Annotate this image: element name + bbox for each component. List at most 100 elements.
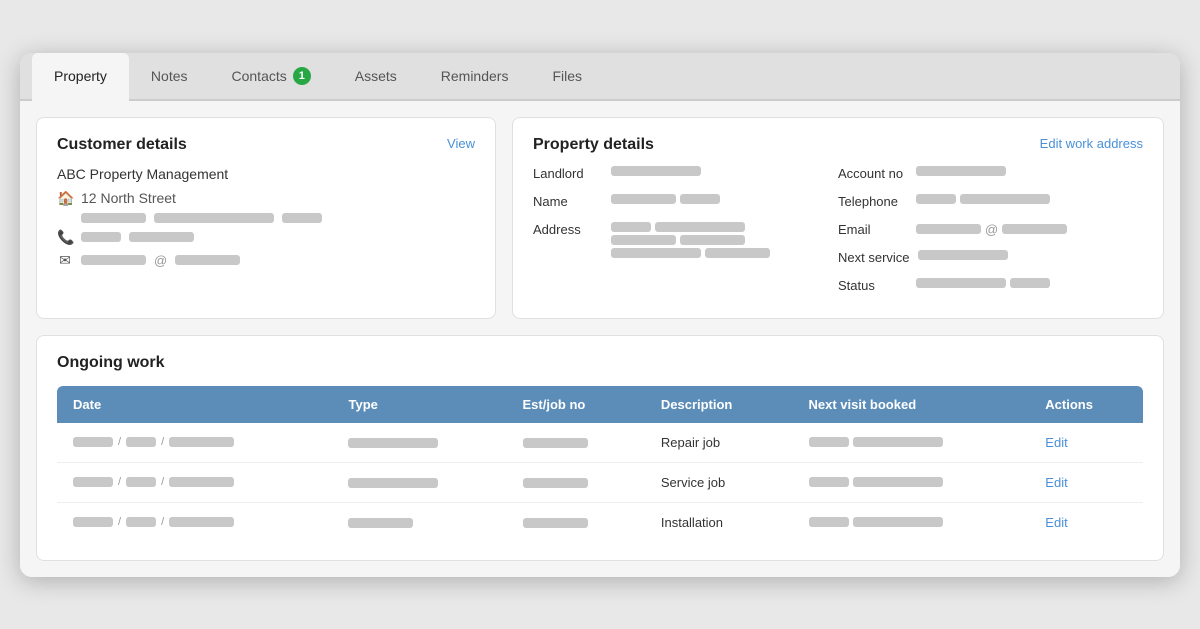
status-label: Status bbox=[838, 278, 908, 293]
prop-email-row: Email @ bbox=[838, 222, 1143, 244]
tab-property[interactable]: Property bbox=[32, 53, 129, 101]
row2-description: Service job bbox=[645, 462, 793, 502]
email-label: Email bbox=[838, 222, 908, 237]
row1-type bbox=[332, 423, 506, 463]
tab-contacts[interactable]: Contacts 1 bbox=[210, 53, 333, 101]
landlord-row: Landlord bbox=[533, 166, 838, 188]
header-row: Date Type Est/job no Description Next vi… bbox=[57, 386, 1143, 423]
tab-reminders[interactable]: Reminders bbox=[419, 53, 531, 101]
tab-files[interactable]: Files bbox=[530, 53, 604, 101]
phone-row: 📞 bbox=[57, 229, 475, 246]
email-row: ✉ @ bbox=[57, 252, 475, 269]
address-label: Address bbox=[533, 222, 603, 237]
row1-est bbox=[507, 423, 645, 463]
row2-date: // bbox=[57, 462, 332, 502]
ongoing-work-title: Ongoing work bbox=[57, 354, 1143, 372]
phone-bar1 bbox=[81, 232, 121, 242]
email-bar1 bbox=[81, 255, 146, 265]
address-extra-row bbox=[57, 213, 475, 223]
table-row: // Repair job bbox=[57, 423, 1143, 463]
status-row: Status bbox=[838, 278, 1143, 300]
next-service-value bbox=[918, 250, 1008, 260]
landlord-bar bbox=[611, 166, 701, 176]
property-grid: Landlord Name bbox=[533, 166, 1143, 300]
tab-assets[interactable]: Assets bbox=[333, 53, 419, 101]
work-table: Date Type Est/job no Description Next vi… bbox=[57, 386, 1143, 542]
row1-date: // bbox=[57, 423, 332, 463]
account-no-row: Account no bbox=[838, 166, 1143, 188]
account-no-label: Account no bbox=[838, 166, 908, 181]
addr-line2 bbox=[611, 235, 770, 245]
col-type: Type bbox=[332, 386, 506, 423]
name-value bbox=[611, 194, 720, 204]
telephone-row: Telephone bbox=[838, 194, 1143, 216]
table-header: Date Type Est/job no Description Next vi… bbox=[57, 386, 1143, 423]
row3-est bbox=[507, 502, 645, 542]
table-row: // Installation bbox=[57, 502, 1143, 542]
address-bar1 bbox=[81, 213, 146, 223]
col-description: Description bbox=[645, 386, 793, 423]
property-details-title: Property details bbox=[533, 136, 654, 154]
row1-edit-button[interactable]: Edit bbox=[1045, 435, 1067, 450]
company-name: ABC Property Management bbox=[57, 166, 475, 182]
next-service-label: Next service bbox=[838, 250, 910, 265]
property-col-left: Landlord Name bbox=[533, 166, 838, 300]
tab-notes[interactable]: Notes bbox=[129, 53, 210, 101]
home-icon: 🏠 bbox=[57, 190, 73, 207]
customer-details-panel: Customer details View ABC Property Manag… bbox=[36, 117, 496, 319]
addr-line3 bbox=[611, 248, 770, 258]
landlord-label: Landlord bbox=[533, 166, 603, 181]
col-date: Date bbox=[57, 386, 332, 423]
em-bar2 bbox=[1002, 224, 1067, 234]
panels-row: Customer details View ABC Property Manag… bbox=[36, 117, 1164, 319]
telephone-label: Telephone bbox=[838, 194, 908, 209]
prop-at-sign: @ bbox=[985, 222, 998, 237]
edit-work-address-button[interactable]: Edit work address bbox=[1040, 136, 1143, 151]
row1-description: Repair job bbox=[645, 423, 793, 463]
property-details-panel: Property details Edit work address Landl… bbox=[512, 117, 1164, 319]
telephone-value bbox=[916, 194, 1050, 204]
address-bar3 bbox=[282, 213, 322, 223]
property-panel-header: Property details Edit work address bbox=[533, 136, 1143, 154]
row2-type bbox=[332, 462, 506, 502]
name-bar2 bbox=[680, 194, 720, 204]
row3-next-visit bbox=[793, 502, 1030, 542]
row2-est bbox=[507, 462, 645, 502]
service-bar bbox=[918, 250, 1008, 260]
email-icon: ✉ bbox=[57, 252, 73, 269]
col-est-job: Est/job no bbox=[507, 386, 645, 423]
address-bar2 bbox=[154, 213, 274, 223]
prop-address-row: Address bbox=[533, 222, 838, 258]
at-sign: @ bbox=[154, 253, 167, 268]
ongoing-work-section: Ongoing work Date Type Est/job no Descri… bbox=[36, 335, 1164, 561]
phone-bar2 bbox=[129, 232, 194, 242]
row2-edit-button[interactable]: Edit bbox=[1045, 475, 1067, 490]
row3-edit-button[interactable]: Edit bbox=[1045, 515, 1067, 530]
row3-date: // bbox=[57, 502, 332, 542]
main-window: Property Notes Contacts 1 Assets Reminde… bbox=[20, 53, 1180, 577]
col-actions: Actions bbox=[1029, 386, 1143, 423]
col-next-visit: Next visit booked bbox=[793, 386, 1030, 423]
prop-address-value bbox=[611, 222, 770, 258]
account-no-value bbox=[916, 166, 1006, 176]
row2-actions: Edit bbox=[1029, 462, 1143, 502]
row3-actions: Edit bbox=[1029, 502, 1143, 542]
row1-actions: Edit bbox=[1029, 423, 1143, 463]
status-value bbox=[916, 278, 1050, 288]
tab-bar: Property Notes Contacts 1 Assets Reminde… bbox=[20, 53, 1180, 101]
next-service-row: Next service bbox=[838, 250, 1143, 272]
addr-line1 bbox=[611, 222, 770, 232]
prop-email-value: @ bbox=[916, 222, 1067, 237]
contacts-badge: 1 bbox=[293, 67, 311, 85]
row3-description: Installation bbox=[645, 502, 793, 542]
account-bar bbox=[916, 166, 1006, 176]
table-row: // Service job bbox=[57, 462, 1143, 502]
name-label: Name bbox=[533, 194, 603, 209]
view-button[interactable]: View bbox=[447, 136, 475, 151]
status-bar1 bbox=[916, 278, 1006, 288]
street-address: 12 North Street bbox=[81, 190, 176, 206]
row2-next-visit bbox=[793, 462, 1030, 502]
email-bar2 bbox=[175, 255, 240, 265]
row1-next-visit bbox=[793, 423, 1030, 463]
status-bar2 bbox=[1010, 278, 1050, 288]
